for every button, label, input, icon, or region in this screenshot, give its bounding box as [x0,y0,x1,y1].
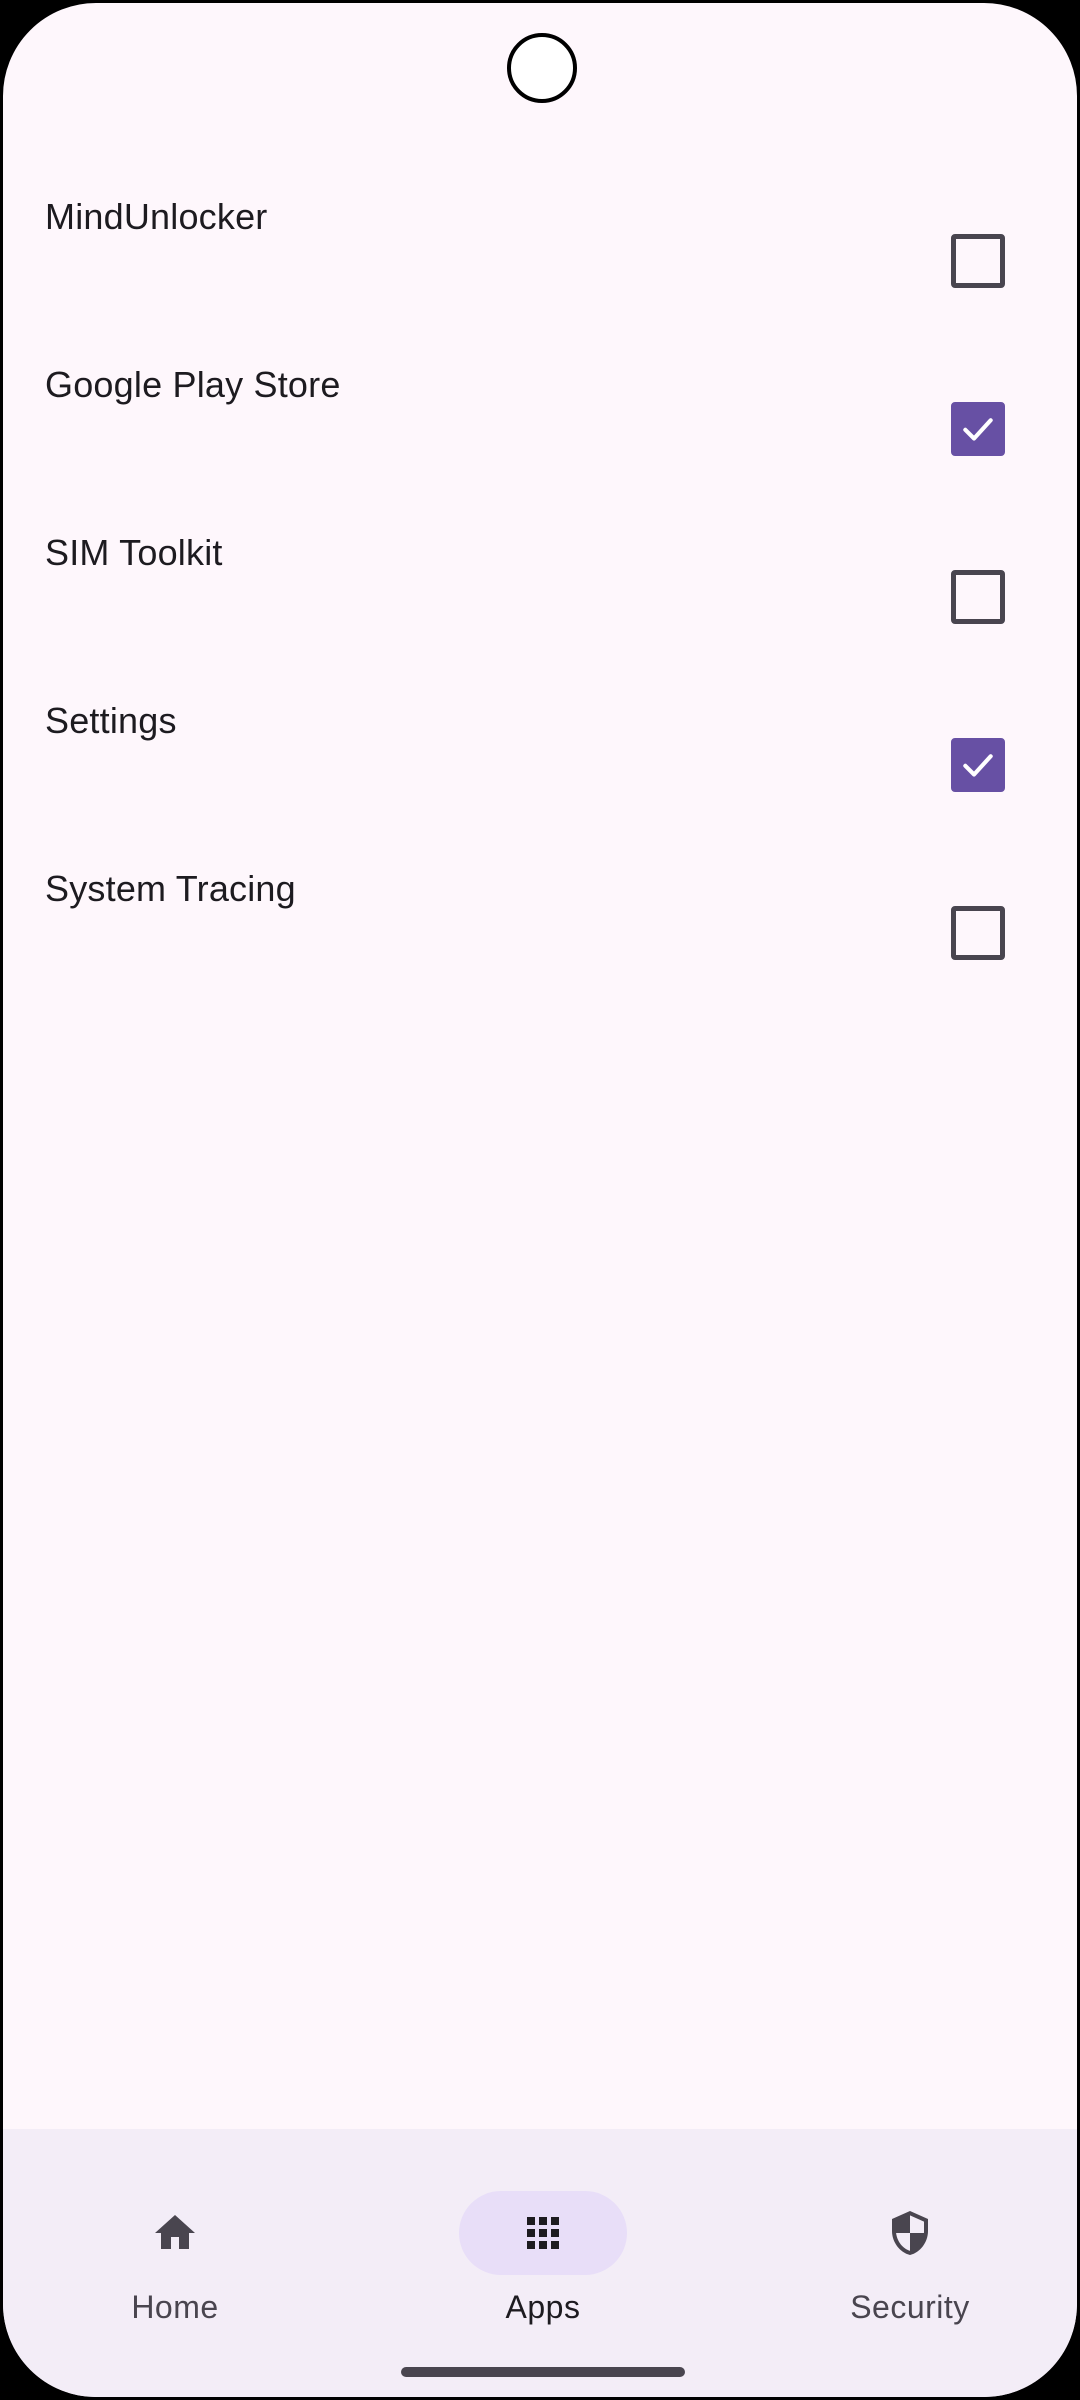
camera-cutout [507,33,577,103]
phone-screen: MindUnlocker Google Play Store SIM Toolk… [0,0,1080,2400]
app-checkbox[interactable] [951,906,1005,960]
list-item[interactable]: MindUnlocker [3,171,1077,339]
nav-item-home[interactable]: Home [55,2161,295,2325]
nav-label-home: Home [131,2289,219,2325]
app-checkbox[interactable] [951,738,1005,792]
check-icon [963,754,993,777]
app-checkbox[interactable] [951,234,1005,288]
shield-icon [892,2211,928,2255]
app-checkbox[interactable] [951,402,1005,456]
list-item[interactable]: System Tracing [3,843,1077,1011]
app-name: Google Play Store [45,364,341,405]
list-item[interactable]: Google Play Store [3,339,1077,507]
nav-item-security[interactable]: Security [790,2161,1030,2325]
list-item[interactable]: Settings [3,675,1077,843]
app-name: System Tracing [45,868,296,909]
apps-grid-icon [527,2217,559,2249]
nav-item-apps[interactable]: Apps [423,2161,663,2325]
list-item[interactable]: SIM Toolkit [3,507,1077,675]
app-name: Settings [45,700,177,741]
bottom-navigation: Home Apps Security [3,2129,1077,2397]
nav-label-apps: Apps [505,2289,581,2325]
app-name: MindUnlocker [45,196,268,237]
check-icon [963,418,993,441]
app-checkbox[interactable] [951,570,1005,624]
nav-label-security: Security [850,2289,970,2325]
app-name: SIM Toolkit [45,532,223,573]
gesture-handle[interactable] [401,2367,685,2377]
home-icon [155,2215,195,2249]
